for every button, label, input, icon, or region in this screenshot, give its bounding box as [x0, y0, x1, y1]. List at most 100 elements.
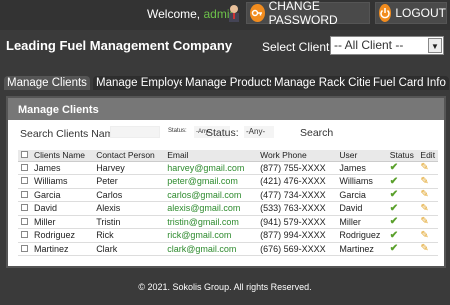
nav-tabs: Manage Clients Manage Employees Manage P… — [4, 76, 449, 94]
email-link[interactable]: rick@gmail.com — [165, 228, 259, 243]
work-phone: (877) 755-XXXX — [258, 161, 338, 175]
row-checkbox[interactable] — [18, 174, 32, 189]
top-bar: Welcome, admin CHANGE PASSWORD LOGOUT — [0, 0, 450, 30]
table-row: David Alexis alexis@gmail.com (533) 763-… — [18, 201, 438, 216]
tab-fuel-card-info[interactable]: Fuel Card Info — [370, 76, 449, 90]
client-name: Williams — [32, 174, 95, 189]
contact-person: Peter — [94, 174, 166, 189]
table-row: James Harvey harvey@gmail.com (877) 755-… — [18, 161, 438, 175]
search-row: Search Clients Name: Status: -Any- Statu… — [8, 124, 444, 142]
select-client-label: Select Client : — [262, 40, 337, 54]
edit-pencil-icon[interactable]: ✎ — [418, 188, 438, 202]
status-check-icon[interactable]: ✔ — [387, 201, 419, 216]
user: David — [337, 201, 388, 216]
row-checkbox[interactable] — [18, 201, 32, 216]
row-checkbox[interactable] — [18, 215, 32, 229]
col-user[interactable]: User — [337, 150, 388, 162]
edit-pencil-icon[interactable]: ✎ — [418, 228, 438, 243]
tab-manage-products[interactable]: Manage Products — [182, 76, 279, 90]
email-link[interactable]: tristin@gmail.com — [165, 215, 259, 229]
work-phone: (877) 994-XXXX — [258, 228, 338, 243]
status-label: Status: — [206, 127, 239, 139]
edit-pencil-icon[interactable]: ✎ — [418, 242, 438, 256]
footer-copyright: © 2021. Sokolis Group. All rights Reserv… — [138, 282, 312, 292]
company-name: Leading Fuel Management Company — [6, 38, 233, 53]
work-phone: (941) 579-XXXX — [258, 215, 338, 229]
edit-pencil-icon[interactable]: ✎ — [418, 161, 438, 175]
col-edit[interactable]: Edit — [418, 150, 438, 162]
email-link[interactable]: carlos@gmail.com — [165, 188, 259, 202]
edit-pencil-icon[interactable]: ✎ — [418, 215, 438, 229]
table-row: Miller Tristin tristin@gmail.com (941) 5… — [18, 215, 438, 229]
client-name: Martinez — [32, 242, 95, 256]
user: James — [337, 161, 388, 175]
logout-button[interactable]: LOGOUT — [375, 2, 447, 24]
col-contact-person[interactable]: Contact Person — [94, 150, 166, 162]
search-clients-label: Search Clients Name: — [20, 128, 123, 140]
clients-table: Clients Name Contact Person Email Work P… — [18, 150, 438, 256]
status-check-icon[interactable]: ✔ — [387, 215, 419, 229]
col-email[interactable]: Email — [165, 150, 259, 162]
user: Miller — [337, 215, 388, 229]
welcome-text: Welcome, admin — [147, 7, 236, 21]
status-check-icon[interactable]: ✔ — [387, 242, 419, 256]
status-select[interactable]: -Any- — [244, 126, 274, 138]
client-name: Miller — [32, 215, 95, 229]
row-checkbox[interactable] — [18, 161, 32, 175]
table-row: Garcia Carlos carlos@gmail.com (477) 734… — [18, 188, 438, 202]
user: Garcia — [337, 188, 388, 202]
col-clients-name[interactable]: Clients Name — [32, 150, 95, 162]
select-client-value: -- All Client -- — [334, 38, 404, 52]
row-checkbox[interactable] — [18, 228, 32, 243]
email-link[interactable]: clark@gmail.com — [165, 242, 259, 256]
edit-pencil-icon[interactable]: ✎ — [418, 201, 438, 216]
table-row: Martinez Clark clark@gmail.com (676) 569… — [18, 242, 438, 256]
contact-person: Clark — [94, 242, 166, 256]
status-check-icon[interactable]: ✔ — [387, 228, 419, 243]
power-icon — [379, 4, 392, 22]
table-row: Rodriguez Rick rick@gmail.com (877) 994-… — [18, 228, 438, 243]
contact-person: Rick — [94, 228, 166, 243]
email-link[interactable]: harvey@gmail.com — [165, 161, 259, 175]
work-phone: (477) 734-XXXX — [258, 188, 338, 202]
select-client-dropdown[interactable]: -- All Client -- ▼ — [330, 36, 444, 55]
work-phone: (533) 763-XXXX — [258, 201, 338, 216]
col-work-phone[interactable]: Work Phone — [258, 150, 338, 162]
logout-label: LOGOUT — [395, 6, 446, 20]
edit-pencil-icon[interactable]: ✎ — [418, 174, 438, 189]
col-status[interactable]: Status — [387, 150, 419, 162]
select-all-checkbox[interactable] — [18, 150, 32, 162]
tab-manage-clients[interactable]: Manage Clients — [4, 76, 90, 90]
status-check-icon[interactable]: ✔ — [387, 174, 419, 189]
contact-person: Alexis — [94, 201, 166, 216]
key-icon — [250, 4, 265, 22]
status-label-small: Status: — [168, 128, 187, 134]
search-clients-input[interactable] — [110, 126, 160, 138]
change-password-button[interactable]: CHANGE PASSWORD — [246, 0, 370, 27]
row-checkbox[interactable] — [18, 188, 32, 202]
tab-manage-rack-cities[interactable]: Manage Rack Cities — [271, 76, 380, 90]
client-name: James — [32, 161, 95, 175]
email-link[interactable]: alexis@gmail.com — [165, 201, 259, 216]
search-button[interactable]: Search — [300, 127, 333, 139]
client-name: Rodriguez — [32, 228, 95, 243]
contact-person: Carlos — [94, 188, 166, 202]
status-check-icon[interactable]: ✔ — [387, 161, 419, 175]
panel-title: Manage Clients — [18, 104, 99, 116]
status-check-icon[interactable]: ✔ — [387, 188, 419, 202]
manage-clients-panel: Manage Clients Search Clients Name: Stat… — [6, 96, 446, 268]
user-icon — [229, 5, 239, 22]
work-phone: (676) 569-XXXX — [258, 242, 338, 256]
user: Martinez — [337, 242, 388, 256]
table-header-row: Clients Name Contact Person Email Work P… — [18, 150, 438, 162]
panel-header: Manage Clients — [8, 98, 444, 120]
user: Rodriguez — [337, 228, 388, 243]
email-link[interactable]: peter@gmail.com — [165, 174, 259, 189]
contact-person: Tristin — [94, 215, 166, 229]
row-checkbox[interactable] — [18, 242, 32, 256]
chevron-down-icon: ▼ — [428, 38, 442, 53]
user: Williams — [337, 174, 388, 189]
table-row: Williams Peter peter@gmail.com (421) 476… — [18, 174, 438, 189]
work-phone: (421) 476-XXXX — [258, 174, 338, 189]
welcome-prefix: Welcome, — [147, 7, 201, 21]
